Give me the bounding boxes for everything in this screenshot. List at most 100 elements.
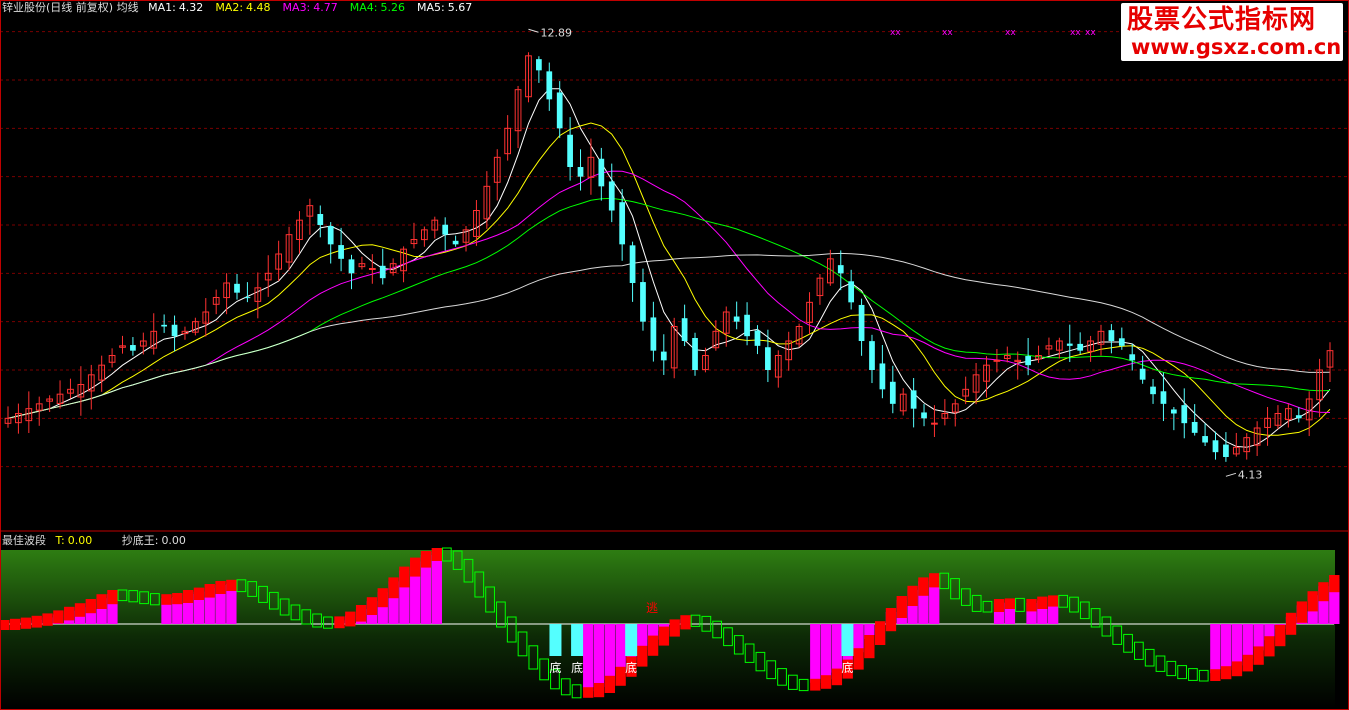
candle-body [1295, 415, 1302, 419]
candle-body [608, 181, 615, 211]
marker-x: xx [1005, 28, 1016, 38]
candle-body [931, 422, 938, 425]
candle-body [338, 245, 344, 259]
t-label: T: [55, 534, 65, 547]
wave-step-up [9, 618, 21, 630]
candle-body [1118, 338, 1125, 346]
candle-body [452, 240, 459, 245]
ma-legend: MA1: 4.32 MA2: 4.48 MA3: 4.77 MA4: 5.26 MA5: 5.67 [148, 1, 484, 14]
wave-step-up [204, 584, 215, 598]
wave-step-up [410, 557, 421, 577]
wave-step-up [53, 610, 64, 624]
candle-body [536, 59, 542, 71]
wave-step-up [74, 603, 86, 617]
ma-legend-value: 4.32 [178, 1, 204, 14]
candle-body [879, 363, 886, 390]
marker-x: xx [942, 28, 953, 38]
wave-step-up [377, 588, 388, 608]
candle-body [619, 202, 626, 245]
ma-legend-label: MA3: [282, 1, 311, 14]
stock-title: 锌业股份(日线 前复权) 均线 [2, 1, 139, 14]
wave-step-up [1329, 575, 1340, 593]
candle-body [681, 318, 688, 341]
bottom-signal-bar [571, 624, 584, 656]
wave-step-up [593, 683, 605, 698]
wave-step-up [874, 621, 886, 645]
annotation-label: 12.89 [540, 26, 572, 39]
wave-bar [431, 552, 442, 624]
ma-legend-1: MA1: 4.32 [148, 1, 209, 14]
wave-step-up [810, 678, 821, 691]
candle-body [921, 412, 927, 419]
candle-body [692, 338, 698, 370]
bottom-signal-bar [625, 624, 638, 656]
cdw-value: 0.00 [161, 534, 186, 547]
candle-body [1077, 343, 1084, 351]
bottom-signal-label: 底 [841, 660, 853, 675]
t-legend: T: 0.00 [56, 534, 99, 547]
wave-step-up [1296, 601, 1308, 623]
candle-body [765, 347, 771, 370]
price-chart[interactable]: xx xx xx xx xx 12.894.13 底底底底逃 [0, 0, 1349, 710]
candle-body [629, 245, 636, 283]
wave-step-up [20, 617, 32, 629]
wave-step-up [853, 648, 864, 670]
wave-step-up [1231, 661, 1243, 677]
wave-step-up [1242, 654, 1253, 672]
candle-body [1191, 421, 1198, 433]
marker-x: xx [890, 28, 901, 38]
wave-bar [1210, 624, 1221, 674]
candle-body [993, 359, 1001, 362]
candle-body [577, 167, 584, 177]
candle-body [640, 282, 646, 322]
candle-body [1181, 405, 1188, 424]
wave-step-up [388, 577, 399, 599]
candle-body [348, 259, 355, 274]
wave-step-up [864, 635, 875, 659]
wave-step-up [1307, 591, 1318, 612]
candle-body [161, 324, 168, 327]
wave-step-up [355, 605, 367, 622]
wave-step-up [96, 594, 107, 609]
wave-step-up [431, 548, 442, 561]
brand-name: 股票公式指标网 [1127, 5, 1317, 35]
candle-body [1170, 409, 1177, 414]
ma-legend-value: 5.67 [447, 1, 473, 14]
site-watermark: 股票公式指标网 www.gsxz.com.cn [1121, 3, 1343, 61]
candle-body [1108, 330, 1115, 341]
wave-step-up [583, 687, 594, 698]
wave-step-up [669, 619, 680, 637]
candle-body [130, 345, 136, 351]
wave-step-up [215, 581, 226, 594]
candle-body [744, 314, 750, 337]
wave-step-up [1221, 666, 1232, 680]
candle-body [567, 134, 573, 167]
wave-bar [1242, 624, 1253, 659]
candle-body [869, 341, 875, 370]
marker-x: xx [1070, 28, 1081, 38]
ma-legend-4: MA4: 5.26 [350, 1, 411, 14]
indicator-header: 最佳波段 T: 0.00 抄底王: 0.00 [2, 534, 198, 548]
wave-step-up [42, 613, 53, 626]
ma-legend-value: 5.26 [380, 1, 406, 14]
cdw-legend: 抄底王: 0.00 [122, 534, 192, 547]
candle-body [1212, 440, 1219, 453]
ma-legend-2: MA2: 4.48 [215, 1, 276, 14]
candle-body [1202, 436, 1208, 443]
candle-body [660, 351, 667, 361]
wave-step-up [161, 594, 172, 605]
ma-legend-label: MA4: [349, 1, 378, 14]
wave-step-up [1047, 595, 1059, 607]
wave-step-up [193, 587, 205, 600]
wave-step-up [1037, 596, 1048, 609]
wave-step-up [182, 590, 194, 603]
annotation-label: 4.13 [1238, 468, 1263, 481]
cdw-label: 抄底王: [121, 534, 159, 547]
escape-signal-label: 逃 [646, 601, 658, 615]
marker-x: xx [1085, 28, 1096, 38]
wave-step-up [907, 585, 918, 606]
candle-body [546, 71, 553, 100]
wave-step-up [885, 608, 897, 632]
wave-step-up [1264, 636, 1275, 657]
wave-bar [810, 624, 821, 683]
